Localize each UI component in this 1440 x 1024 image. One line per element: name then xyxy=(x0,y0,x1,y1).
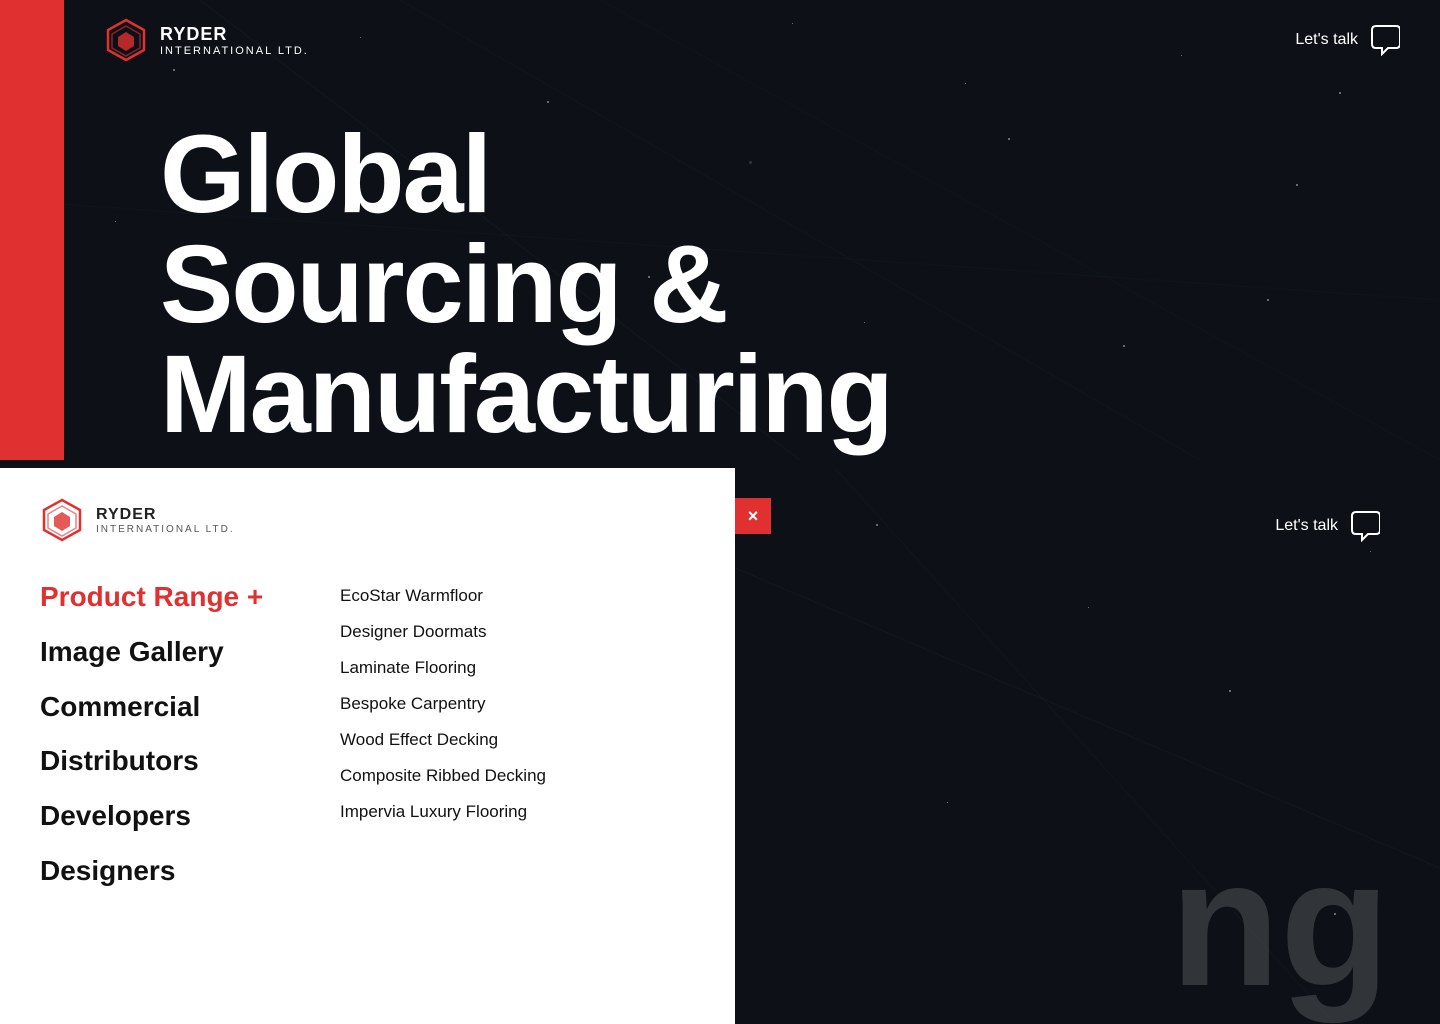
right-dark-overlay: ng xyxy=(735,468,1440,1024)
nav-right-submenu: EcoStar Warmfloor Designer Doormats Lamina… xyxy=(340,582,695,994)
hero-nav: RYDER INTERNATIONAL LTD. Let's talk xyxy=(64,0,1440,80)
overlay-logo-text: RYDER INTERNATIONAL LTD. xyxy=(96,506,235,535)
chat-icon-hero xyxy=(1368,24,1400,56)
submenu-item[interactable]: Bespoke Carpentry xyxy=(340,694,695,714)
submenu-item[interactable]: Composite Ribbed Decking xyxy=(340,766,695,786)
lets-talk-right[interactable]: Let's talk xyxy=(1275,510,1380,542)
bg-text-right: ng xyxy=(1170,834,1390,1014)
logo-text-hero: RYDER INTERNATIONAL LTD. xyxy=(160,24,309,57)
nav-overlay-panel: × RYDER INTERNATIONAL LTD. Product Range… xyxy=(0,468,735,1024)
nav-left-column: Product Range + Image Gallery Commercial… xyxy=(40,582,340,994)
nav-columns: Product Range + Image Gallery Commercial… xyxy=(40,582,695,994)
submenu-item[interactable]: Laminate Flooring xyxy=(340,658,695,678)
hero-logo[interactable]: RYDER INTERNATIONAL LTD. xyxy=(104,18,309,62)
overlay-logo-icon xyxy=(40,498,84,542)
overlay-logo[interactable]: RYDER INTERNATIONAL LTD. xyxy=(40,498,695,542)
chat-icon-right xyxy=(1348,510,1380,542)
close-button[interactable]: × xyxy=(735,498,771,534)
nav-item-image-gallery[interactable]: Image Gallery xyxy=(40,637,320,668)
submenu-item[interactable]: Impervia Luxury Flooring xyxy=(340,802,695,822)
submenu-item[interactable]: EcoStar Warmfloor xyxy=(340,586,695,606)
nav-item-developers[interactable]: Developers xyxy=(40,801,320,832)
headline-line2: Sourcing & xyxy=(160,223,727,346)
hero-headline: Global Sourcing & Manufacturing xyxy=(160,120,892,450)
nav-item-commercial[interactable]: Commercial xyxy=(40,692,320,723)
logo-icon xyxy=(104,18,148,62)
nav-item-designers[interactable]: Designers xyxy=(40,856,320,887)
nav-item-distributors[interactable]: Distributors xyxy=(40,746,320,777)
submenu-item[interactable]: Designer Doormats xyxy=(340,622,695,642)
submenu-item[interactable]: Wood Effect Decking xyxy=(340,730,695,750)
nav-item-product-range[interactable]: Product Range + xyxy=(40,582,320,613)
headline-line3: Manufacturing xyxy=(160,333,892,456)
red-sidebar-bar xyxy=(0,0,64,460)
lets-talk-hero[interactable]: Let's talk xyxy=(1295,24,1400,56)
headline-line1: Global xyxy=(160,113,490,236)
